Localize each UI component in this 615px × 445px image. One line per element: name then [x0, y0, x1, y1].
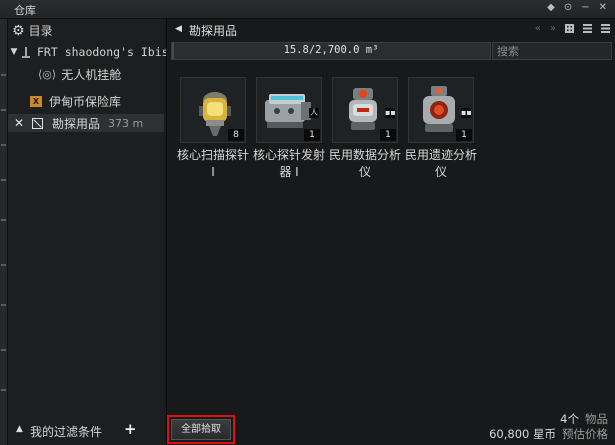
chevron-up-icon[interactable]: ▲ — [16, 424, 23, 434]
add-filter-button[interactable]: + — [124, 420, 137, 438]
vault-icon: X — [30, 95, 42, 107]
skill-requirement-icon: ▪▪ — [385, 108, 396, 118]
item-tile[interactable]: 8 核心扫描探针 I — [177, 77, 249, 181]
diamond-icon[interactable]: ◆ — [547, 2, 555, 13]
strip-tick — [1, 109, 6, 111]
item-grid: 8 核心扫描探针 I 人 1 核心探针发射器 I ▪▪ 1 民用数据分析仪 ▪▪… — [177, 77, 477, 181]
nav-back-icon[interactable]: « — [535, 23, 541, 34]
capacity-text: 15.8/2,700.0 m³ — [283, 44, 379, 56]
strip-tick — [1, 144, 6, 146]
item-thumbnail[interactable]: ▪▪ 1 — [408, 77, 474, 143]
item-tile[interactable]: 人 1 核心探针发射器 I — [253, 77, 325, 181]
search-box[interactable] — [492, 42, 613, 60]
search-input[interactable] — [493, 43, 613, 59]
item-name: 核心探针发射器 I — [253, 148, 326, 179]
page-title: 勘探用品 — [189, 24, 238, 38]
item-count-label: 物品 — [585, 412, 608, 426]
distance-label: 373 m — [108, 116, 144, 130]
quantity-badge: 1 — [380, 129, 396, 141]
main-footer: 全部拾取 4个 物品 60,800 星币 预估价格 — [167, 409, 615, 445]
list-view-icon[interactable] — [583, 24, 592, 33]
sidebar-header: ⚙ 目录 — [12, 22, 53, 39]
strip-tick — [1, 349, 6, 351]
minimize-icon[interactable]: − — [581, 2, 589, 13]
capacity-bar: 15.8/2,700.0 m³ — [171, 42, 491, 60]
details-view-icon[interactable] — [601, 24, 610, 33]
title-bar-icons: ◆ ⊙ − ✕ — [547, 2, 607, 13]
close-icon[interactable]: ✕ — [599, 2, 607, 13]
estimated-value-label: 预估价格 — [562, 427, 608, 441]
sidebar-item-label: 伊甸币保险库 — [49, 94, 122, 109]
sidebar-item-ship[interactable]: ▼ FRT shaodong's Ibis — [8, 43, 169, 61]
item-thumbnail[interactable]: 8 — [180, 77, 246, 143]
grid-view-icon[interactable] — [565, 24, 574, 33]
item-thumbnail[interactable]: ▪▪ 1 — [332, 77, 398, 143]
strip-tick — [1, 219, 6, 221]
item-tile[interactable]: ▪▪ 1 民用遗迹分析仪 — [405, 77, 477, 181]
quantity-badge: 1 — [304, 129, 320, 141]
quantity-badge: 1 — [456, 129, 472, 141]
strip-tick — [1, 304, 6, 306]
nav-forward-icon[interactable]: » — [550, 23, 556, 34]
strip-tick — [1, 264, 6, 266]
container-stats: 4个 物品 60,800 星币 预估价格 — [489, 412, 608, 442]
close-icon[interactable]: ✕ — [12, 116, 26, 130]
sidebar-item-drone-bay[interactable]: ⟨◎⟩ 无人机挂舱 — [38, 65, 121, 83]
view-mode-icons: « » — [535, 23, 610, 34]
ship-icon — [20, 46, 32, 59]
item-name: 民用数据分析仪 — [329, 148, 402, 179]
skill-requirement-icon: 人 — [309, 108, 319, 118]
sidebar-header-label: 目录 — [28, 24, 53, 38]
chevron-down-icon[interactable]: ▼ — [8, 47, 20, 57]
loot-all-button[interactable]: 全部拾取 — [167, 415, 235, 444]
sidebar-item-vault[interactable]: X 伊甸币保险库 — [30, 92, 121, 110]
sidebar-item-label: 勘探用品 — [52, 116, 101, 131]
left-dock-strip — [0, 19, 8, 445]
drone-bay-icon: ⟨◎⟩ — [38, 67, 57, 81]
item-thumbnail[interactable]: 人 1 — [256, 77, 322, 143]
filter-icon — [32, 117, 43, 129]
item-name: 民用遗迹分析仪 — [405, 148, 478, 179]
sidebar-item-label: FRT shaodong's Ibis — [37, 45, 169, 59]
back-arrow-icon[interactable]: ◀ — [175, 24, 182, 34]
strip-tick — [1, 389, 6, 391]
main-header: ◀ 勘探用品 « » — [167, 19, 615, 40]
strip-tick — [1, 74, 6, 76]
item-count: 4个 — [560, 412, 579, 426]
estimated-value: 60,800 星币 — [489, 427, 556, 441]
window-title: 仓库 — [14, 4, 36, 17]
sidebar-tree: ⚙ 目录 ▼ FRT shaodong's Ibis ⟨◎⟩ 无人机挂舱 X 伊… — [8, 19, 169, 445]
sidebar-item-label: 无人机挂舱 — [61, 67, 122, 82]
title-bar: 仓库 ◆ ⊙ − ✕ — [0, 0, 615, 19]
skill-requirement-icon: ▪▪ — [461, 108, 472, 118]
sidebar-item-exploration[interactable]: ✕ 勘探用品 373 m — [8, 114, 164, 132]
strip-tick — [1, 179, 6, 181]
item-tile[interactable]: ▪▪ 1 民用数据分析仪 — [329, 77, 401, 181]
quantity-badge: 8 — [228, 129, 244, 141]
target-icon[interactable]: ⊙ — [564, 2, 572, 13]
item-name: 核心扫描探针 I — [177, 148, 250, 179]
main-pane: ◀ 勘探用品 « » 15.8/2,700.0 m³ 搜索 8 核心扫描探针 I… — [166, 19, 615, 445]
gear-icon[interactable]: ⚙ — [12, 23, 25, 39]
sidebar-footer: ▲ 我的过滤条件 + — [8, 417, 164, 445]
my-filters-label[interactable]: 我的过滤条件 — [30, 423, 102, 440]
